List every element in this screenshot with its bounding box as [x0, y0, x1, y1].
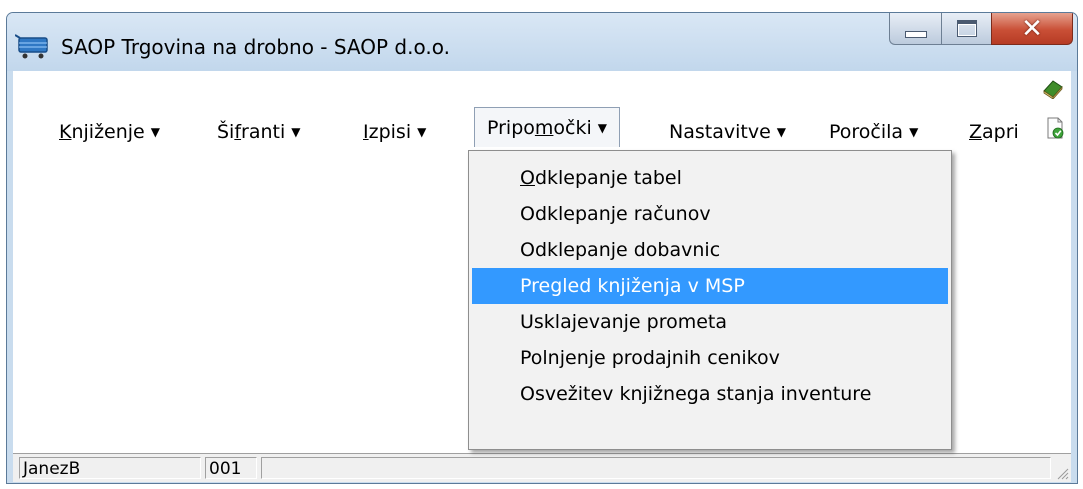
close-icon: ✕	[1021, 13, 1043, 44]
menu-izpisi[interactable]: Izpisi ▼	[363, 115, 426, 149]
menu-item-odklepanje-racunov[interactable]: Odklepanje računov	[472, 196, 948, 232]
menu-item-polnjenje-prodajnih-cenikov[interactable]: Polnjenje prodajnih cenikov	[472, 340, 948, 376]
menu-bar: Knjiženje ▼ Šifranti ▼ Izpisi ▼ Pripomočki ▼…	[13, 71, 1071, 151]
chevron-down-icon: ▼	[150, 125, 160, 139]
menu-item-odklepanje-dobavnic[interactable]: Odklepanje dobavnic	[472, 232, 948, 268]
status-user: JanezB	[19, 457, 201, 479]
maximize-button[interactable]	[941, 13, 991, 45]
shopping-cart-icon	[15, 34, 48, 59]
window-controls: ✕	[889, 13, 1073, 45]
menu-zapri[interactable]: Zapri	[969, 115, 1019, 149]
menu-nastavitve[interactable]: Nastavitve ▼	[669, 115, 786, 149]
menu-sifranti[interactable]: Šifranti ▼	[217, 115, 301, 149]
menu-item-usklajevanje-prometa[interactable]: Usklajevanje prometa	[472, 304, 948, 340]
minimize-icon	[904, 31, 927, 38]
close-button[interactable]: ✕	[991, 13, 1073, 45]
maximize-icon	[956, 20, 977, 37]
resize-grip-icon[interactable]	[1055, 466, 1069, 480]
menu-porocila[interactable]: Poročila ▼	[829, 115, 918, 149]
menu-item-osvezitev-knjiznega-stanja-inventure[interactable]: Osvežitev knjižnega stanja inventure	[472, 376, 948, 412]
pripomocki-dropdown-menu: Odklepanje tabel Odklepanje računov Odkl…	[468, 150, 952, 450]
menu-item-odklepanje-tabel[interactable]: Odklepanje tabel	[472, 160, 948, 196]
chevron-down-icon: ▼	[291, 125, 301, 139]
minimize-button[interactable]	[889, 13, 941, 45]
status-code: 001	[205, 457, 257, 479]
books-icon[interactable]	[1041, 77, 1065, 99]
chevron-down-icon: ▼	[909, 125, 919, 139]
menu-item-pregled-knjizenja-v-msp[interactable]: Pregled knjiženja v MSP	[472, 268, 948, 304]
window-title: SAOP Trgovina na drobno - SAOP d.o.o.	[61, 35, 450, 59]
chevron-down-icon: ▼	[417, 125, 427, 139]
menu-knjizenje[interactable]: Knjiženje ▼	[59, 115, 160, 149]
title-bar[interactable]: SAOP Trgovina na drobno - SAOP d.o.o. ✕	[7, 13, 1077, 71]
chevron-down-icon: ▼	[597, 121, 608, 135]
status-bar: JanezB 001	[13, 453, 1071, 482]
chevron-down-icon: ▼	[776, 125, 786, 139]
status-extra	[261, 457, 1051, 479]
menu-pripomocki[interactable]: Pripomočki ▼	[474, 107, 621, 147]
document-check-icon[interactable]	[1045, 117, 1065, 139]
